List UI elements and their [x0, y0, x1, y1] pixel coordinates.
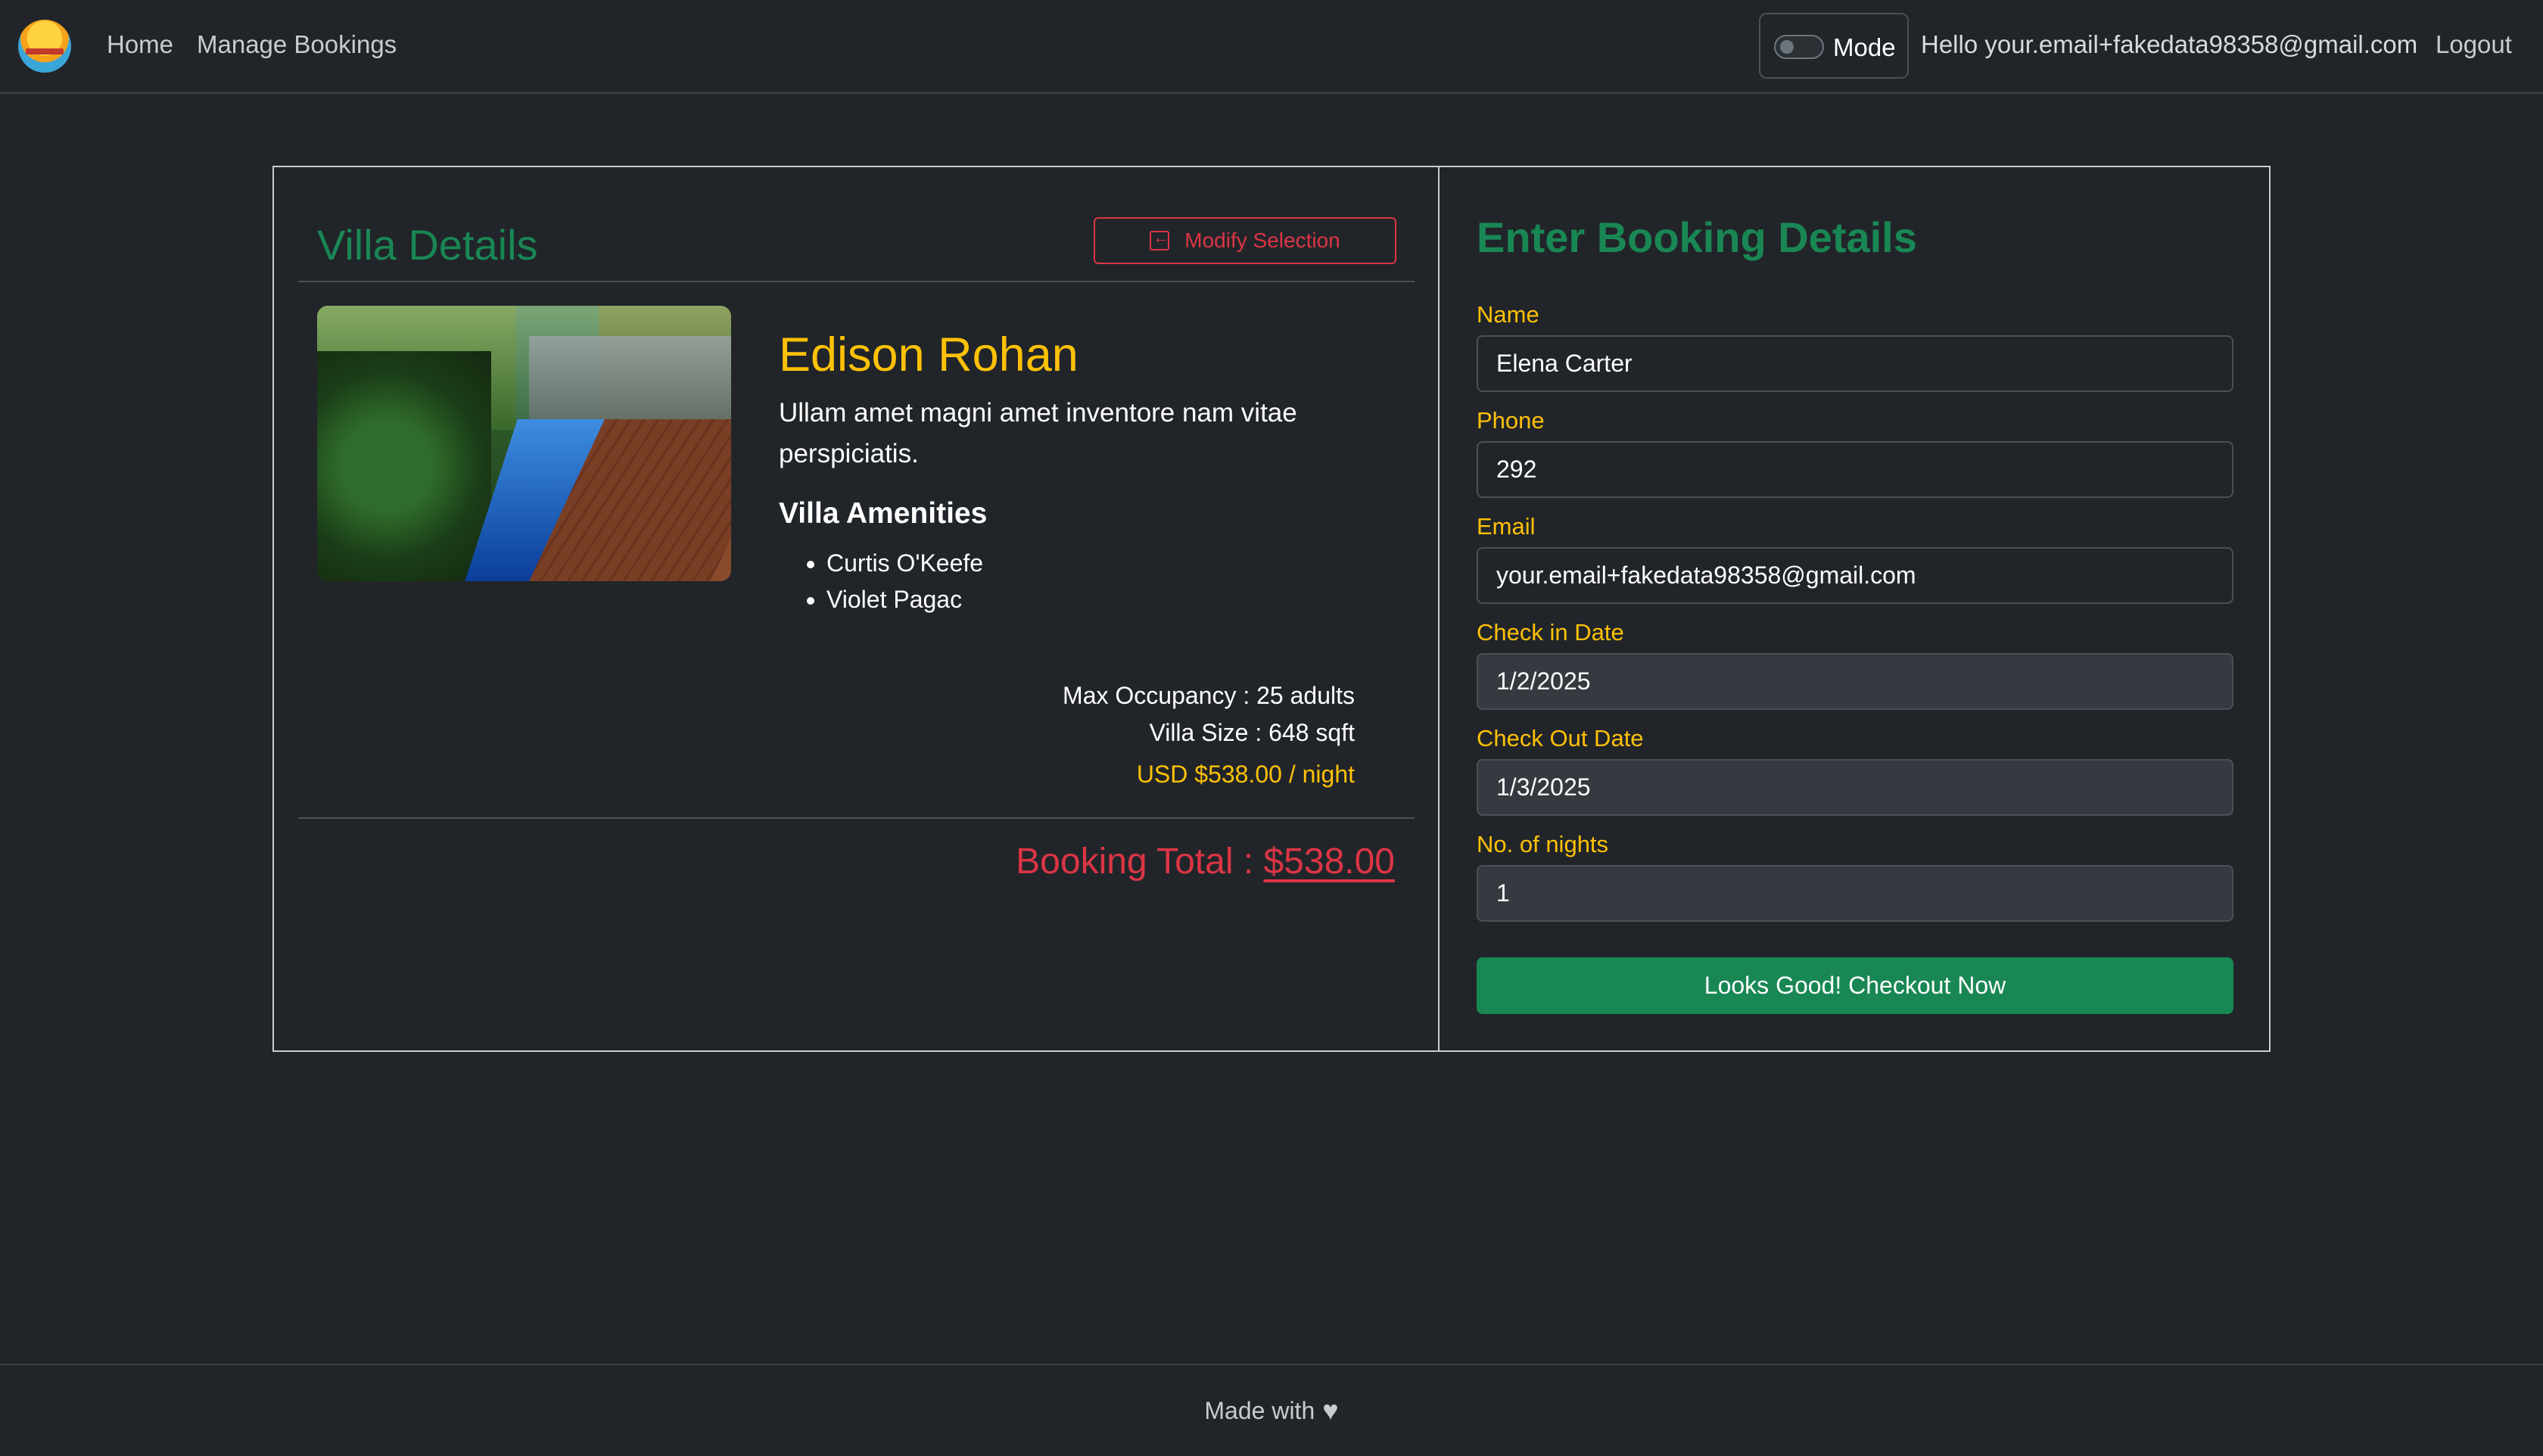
- back-arrow-icon: [1150, 228, 1170, 250]
- phone-label: Phone: [1477, 407, 1545, 434]
- amenity-item: Violet Pagac: [826, 581, 983, 618]
- divider: [298, 817, 1415, 819]
- email-label: Email: [1477, 513, 1536, 540]
- email-input[interactable]: [1477, 547, 2233, 604]
- amenity-item: Curtis O'Keefe: [826, 545, 983, 581]
- phone-input[interactable]: [1477, 441, 2233, 498]
- name-label: Name: [1477, 301, 1539, 328]
- nav-home-link[interactable]: Home: [107, 30, 173, 59]
- price-per-night: USD $538.00 / night: [1136, 761, 1355, 788]
- villa-details-panel: Villa Details Modify Selection Edison Ro…: [274, 167, 1440, 1050]
- booking-total-label: Booking Total :: [1016, 842, 1264, 882]
- max-occupancy: Max Occupancy : 25 adults: [1063, 682, 1355, 709]
- checkin-label: Check in Date: [1477, 619, 1624, 646]
- modify-selection-label: Modify Selection: [1184, 229, 1340, 252]
- villa-size: Villa Size : 648 sqft: [1149, 719, 1355, 746]
- brand-logo[interactable]: [18, 20, 71, 73]
- modify-selection-button[interactable]: Modify Selection: [1094, 217, 1396, 264]
- navbar: Home Manage Bookings Mode Hello your.ema…: [0, 0, 2543, 94]
- booking-form-title: Enter Booking Details: [1477, 213, 1917, 261]
- amenities-list: Curtis O'Keefe Violet Pagac: [826, 545, 983, 618]
- villa-amenities-title: Villa Amenities: [779, 497, 988, 530]
- villa-image: [317, 306, 731, 581]
- booking-total-amount: $538.00: [1263, 842, 1395, 882]
- nights-label: No. of nights: [1477, 831, 1609, 857]
- villa-description: Ullam amet magni amet inventore nam vita…: [779, 398, 1297, 468]
- villa-name: Edison Rohan: [779, 328, 1079, 381]
- checkout-date-field: [1477, 759, 2233, 816]
- checkout-label: Check Out Date: [1477, 725, 1644, 751]
- user-greeting: Hello your.email+fakedata98358@gmail.com: [1921, 30, 2418, 58]
- mode-toggle-switch[interactable]: [1774, 35, 1824, 59]
- checkout-now-button[interactable]: Looks Good! Checkout Now: [1477, 957, 2233, 1014]
- nav-manage-bookings-link[interactable]: Manage Bookings: [197, 30, 397, 59]
- logout-link[interactable]: Logout: [2436, 30, 2512, 59]
- booking-card: Villa Details Modify Selection Edison Ro…: [272, 166, 2271, 1052]
- villa-details-title: Villa Details: [317, 221, 538, 269]
- nights-field: [1477, 865, 2233, 922]
- mode-toggle-container: Mode: [1759, 13, 1909, 79]
- divider: [298, 281, 1415, 282]
- footer: Made with ♥: [0, 1364, 2543, 1456]
- name-input[interactable]: [1477, 335, 2233, 392]
- checkin-date-field: [1477, 653, 2233, 710]
- booking-total: Booking Total : $538.00: [1016, 841, 1395, 882]
- heart-icon: ♥: [1322, 1395, 1339, 1426]
- mode-label: Mode: [1833, 33, 1896, 61]
- booking-form-panel: Enter Booking Details Name Phone Email C…: [1441, 167, 2271, 1050]
- footer-text: Made with: [1204, 1396, 1315, 1424]
